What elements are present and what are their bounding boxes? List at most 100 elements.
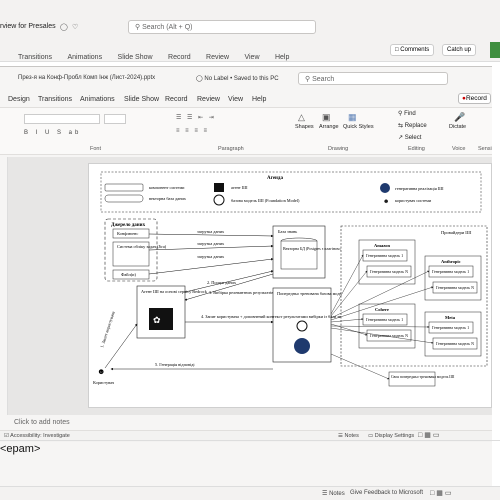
microphone-icon[interactable]: 🎤: [454, 112, 465, 123]
heart-icon[interactable]: ♡: [72, 23, 78, 31]
slide-canvas[interactable]: Агенда компонент системи векторна база д…: [88, 163, 492, 408]
ppt-filename: През-я на Конф-Пробл Комп Інж (Лист-2024…: [18, 75, 156, 81]
outer-menu: Transitions Animations Slide Show Record…: [0, 46, 300, 64]
outer-tab-animations[interactable]: Animations: [67, 54, 102, 61]
cohere-model-1-label: Генеративна модель 1: [366, 317, 403, 322]
outer-tab-slideshow[interactable]: Slide Show: [118, 54, 153, 61]
replace-button[interactable]: ⇆ Replace: [398, 122, 427, 129]
outer-tab-help[interactable]: Help: [275, 54, 289, 61]
legend-component-label: компонент системи: [149, 185, 185, 190]
accessibility-icon: ☑: [4, 433, 9, 439]
screen: rview for Presales ◯ ♡ ⚲ Search (Alt + Q…: [0, 0, 500, 500]
catch-up-button[interactable]: Catch up: [442, 44, 477, 56]
anthropic-model-1-label: Генеративна модель 1: [432, 269, 469, 274]
outer-view-buttons[interactable]: □▦▭: [430, 489, 453, 497]
legend-user-icon: ☻: [383, 199, 389, 205]
group-paragraph-label: Paragraph: [218, 146, 244, 152]
arrange-button[interactable]: Arrange: [319, 124, 339, 130]
tab-view[interactable]: View: [228, 96, 243, 103]
display-icon: ▭: [368, 433, 374, 439]
video-thumb: [490, 42, 500, 58]
legend-vector-db-label: векторна база даних: [149, 196, 187, 201]
epam-logo: <epam>: [0, 443, 41, 455]
select-label: Select: [404, 135, 422, 141]
quick-styles-icon[interactable]: ▦: [348, 112, 357, 123]
comments-button[interactable]: □ Comments: [390, 44, 435, 56]
outer-search-input[interactable]: ⚲ Search (Alt + Q): [128, 20, 316, 34]
legend-component-shape: [104, 183, 144, 192]
record-button[interactable]: ●Record: [458, 93, 491, 104]
select-button[interactable]: ↗ Select: [398, 134, 421, 141]
source-tracker-label: Система обліку задач (Jira): [117, 244, 167, 249]
provider-anthropic-label: Anthropic: [441, 259, 461, 264]
legend-gen-impl-label: генеративна реалізація ШІ: [395, 186, 444, 191]
tab-review[interactable]: Review: [197, 96, 220, 103]
tab-slideshow[interactable]: Slide Show: [124, 96, 159, 103]
font-size-box[interactable]: [104, 114, 126, 124]
tab-design[interactable]: Design: [8, 96, 30, 103]
dictate-button[interactable]: Dictate: [449, 124, 466, 130]
list-buttons[interactable]: ☰ ☰ ⇤ ⇥: [176, 114, 216, 121]
comments-label: Comments: [400, 47, 430, 53]
tab-help[interactable]: Help: [252, 96, 266, 103]
user-icon: ☻: [97, 367, 105, 376]
find-label: Find: [404, 111, 416, 117]
outer-title: rview for Presales: [0, 23, 56, 30]
arrow-load-2: загрузка даних: [197, 241, 225, 246]
replace-icon: ⇆: [398, 123, 404, 129]
own-model-label: Своя попередньо тренована модель ШІ: [391, 375, 455, 379]
arrange-icon[interactable]: ▣: [322, 112, 331, 123]
outer-tab-view[interactable]: View: [244, 54, 259, 61]
font-format-buttons[interactable]: B I U S ab: [24, 130, 81, 136]
select-icon: ↗: [398, 135, 404, 141]
find-button[interactable]: ⚲ Find: [398, 110, 416, 117]
anthropic-model-n-label: Генеративна модель N: [436, 285, 474, 290]
replace-label: Replace: [404, 123, 427, 129]
view-buttons[interactable]: □▦▭: [418, 431, 441, 439]
tab-animations[interactable]: Animations: [80, 96, 115, 103]
font-name-box[interactable]: [24, 114, 100, 124]
arrow-search: 2. Пошук даних: [207, 280, 237, 285]
shapes-icon[interactable]: △: [298, 112, 305, 123]
tab-record[interactable]: Record: [165, 96, 188, 103]
amazon-model-n-label: Генеративна модель N: [370, 269, 408, 274]
arrow-load-1: загрузка даних: [197, 229, 225, 234]
ppt-search-input[interactable]: ⚲ Search: [298, 72, 448, 85]
outer-notes-button[interactable]: ☰ Notes: [322, 490, 345, 497]
legend-title: Агенда: [267, 176, 283, 181]
legend-foundation-label: базова модель ШІ (Foundation Model): [231, 198, 300, 203]
architecture-diagram: Агенда компонент системи векторна база д…: [93, 171, 488, 387]
thumbnail-strip[interactable]: [0, 157, 8, 415]
arrow-answer: 5. Генерація відповіді: [155, 362, 195, 367]
accessibility-status[interactable]: ☑ Accessibility: Investigate: [4, 433, 70, 439]
outer-tab-review[interactable]: Review: [206, 54, 229, 61]
sensitivity-label-status[interactable]: ◯ No Label • Saved to this PC: [196, 75, 279, 82]
slide-editor-area: Агенда компонент системи векторна база д…: [0, 157, 492, 415]
notes-toggle-label: Notes: [344, 433, 359, 439]
display-settings[interactable]: ▭ Display Settings: [368, 433, 414, 439]
notes-placeholder[interactable]: Click to add notes: [14, 419, 70, 426]
shapes-button[interactable]: Shapes: [295, 124, 314, 130]
search-icon: ⚲: [135, 24, 141, 31]
outer-app-bar: rview for Presales ◯ ♡ ⚲ Search (Alt + Q…: [0, 0, 500, 62]
legend-user-label: користувач системи: [395, 198, 432, 203]
feedback-link[interactable]: Give Feedback to Microsoft: [350, 490, 423, 496]
pretrained-gen-icon: [294, 338, 310, 354]
provider-meta-label: Meta: [445, 315, 456, 320]
notes-icon: ☰: [338, 433, 343, 439]
record-label: Record: [465, 95, 487, 102]
outer-tab-transitions[interactable]: Transitions: [18, 54, 52, 61]
notes-icon: ☰: [322, 491, 328, 497]
notes-toggle[interactable]: ☰ Notes: [338, 433, 359, 439]
group-editing-label: Editing: [408, 146, 425, 152]
group-sensitivity-label: Sensi: [478, 146, 492, 152]
align-buttons[interactable]: ≡ ≡ ≡ ≡: [176, 128, 209, 134]
legend-foundation-icon: [213, 194, 225, 206]
outer-tab-record[interactable]: Record: [168, 54, 191, 61]
legend-vector-db-shape: [104, 194, 144, 203]
tab-transitions[interactable]: Transitions: [38, 96, 72, 103]
ppt-title-bar: През-я на Конф-Пробл Комп Інж (Лист-2024…: [0, 67, 492, 89]
shield-icon: ◯: [60, 24, 68, 31]
quick-styles-button[interactable]: Quick Styles: [343, 124, 374, 130]
bottom-divider: [0, 440, 500, 441]
